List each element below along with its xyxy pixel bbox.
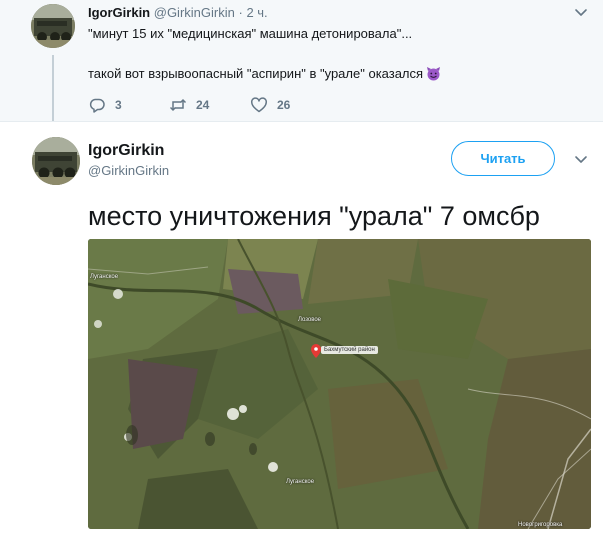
chevron-down-icon[interactable]: [573, 151, 589, 167]
parent-text-line2-text: такой вот взрывоопасный "аспирин" в "ура…: [88, 66, 424, 81]
heart-icon: [251, 97, 267, 113]
satellite-map-image[interactable]: Луганское Лозовое Луганское Новогригоров…: [88, 239, 591, 529]
parent-text-line2: такой вот взрывоопасный "аспирин" в "ура…: [88, 66, 441, 82]
main-author-name[interactable]: IgorGirkin: [88, 142, 164, 160]
map-place-label: Луганское: [286, 479, 315, 485]
reply-icon: [89, 98, 105, 113]
map-place-label: Новогригоровка: [518, 522, 563, 528]
retweet-count: 24: [196, 98, 210, 112]
map-place-label: Лозовое: [298, 317, 322, 323]
map-pin-label: Бахмутский район: [321, 346, 378, 354]
parent-author-name[interactable]: IgorGirkin: [88, 5, 150, 20]
chevron-down-icon[interactable]: [573, 4, 589, 20]
satellite-terrain: [88, 239, 591, 529]
parent-author-handle[interactable]: @GirkinGirkin: [154, 5, 235, 20]
parent-tweet[interactable]: IgorGirkin @GirkinGirkin · 2 ч. "минут 1…: [0, 0, 603, 121]
smiling-imp-emoji-icon: [426, 66, 441, 81]
map-pin-icon: [311, 344, 321, 358]
reply-count: 3: [115, 98, 122, 112]
retweet-button[interactable]: 24: [169, 95, 209, 115]
tweet-divider: [0, 121, 603, 122]
follow-button[interactable]: Читать: [451, 141, 555, 176]
parent-avatar[interactable]: [31, 4, 75, 48]
retweet-icon: [169, 98, 187, 112]
main-tweet-text: место уничтожения "урала" 7 омсбр: [88, 201, 540, 231]
like-button[interactable]: 26: [250, 95, 290, 115]
map-place-label: Луганское: [90, 274, 119, 280]
main-author-handle[interactable]: @GirkinGirkin: [88, 163, 169, 179]
thread-connector: [52, 55, 54, 121]
parent-separator: ·: [238, 5, 243, 20]
parent-timestamp[interactable]: 2 ч.: [246, 5, 267, 20]
parent-header: IgorGirkin @GirkinGirkin · 2 ч.: [88, 5, 268, 21]
main-avatar[interactable]: [32, 137, 80, 185]
like-count: 26: [277, 98, 291, 112]
parent-text-line1: "минут 15 их "медицинская" машина детони…: [88, 26, 413, 41]
reply-button[interactable]: 3: [88, 95, 122, 115]
